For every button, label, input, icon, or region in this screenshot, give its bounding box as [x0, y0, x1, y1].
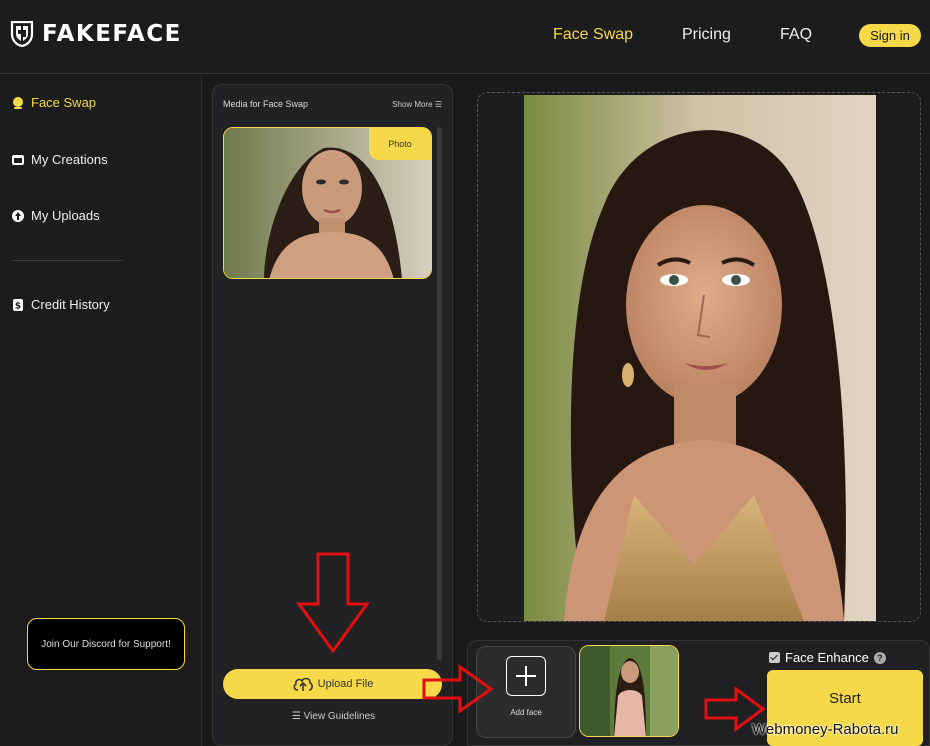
face-icon [13, 96, 23, 109]
sidebar-item-face-swap[interactable]: Face Swap [11, 95, 96, 110]
sidebar-item-label: Face Swap [31, 95, 97, 110]
show-more-link[interactable]: Show More ☰ [392, 100, 442, 109]
preview-area [477, 92, 921, 622]
help-icon[interactable]: ? [873, 651, 886, 664]
sidebar-item-label: Credit History [31, 297, 110, 312]
upload-file-label: Upload File [317, 678, 374, 690]
media-panel-title: Media for Face Swap [223, 99, 309, 109]
face-photo [580, 646, 678, 736]
discord-support-button[interactable]: Join Our Discord for Support! [27, 618, 185, 670]
sidebar-divider [11, 260, 123, 261]
photo-tag: Photo [369, 128, 431, 160]
face-enhance-checkbox[interactable] [769, 652, 780, 663]
sign-in-button[interactable]: Sign in [859, 24, 921, 47]
nav-face-swap[interactable]: Face Swap [553, 26, 633, 44]
preview-image [524, 95, 876, 621]
scrollbar[interactable] [437, 127, 442, 660]
sidebar-item-label: My Uploads [31, 208, 100, 223]
logo[interactable]: FAKEFACE [10, 21, 182, 47]
face-enhance-label: Face Enhance [785, 650, 869, 665]
arrow-down-icon [296, 552, 370, 654]
face-thumbnail[interactable] [579, 645, 679, 737]
dollar-icon: $ [13, 298, 23, 311]
upload-file-button[interactable]: Upload File [223, 669, 442, 699]
folder-icon [12, 154, 24, 165]
face-enhance-option[interactable]: Face Enhance ? [769, 650, 886, 665]
media-thumbnail[interactable]: Photo [223, 127, 432, 279]
svg-text:$: $ [15, 301, 21, 311]
sidebar-item-credit-history[interactable]: $ Credit History [11, 297, 110, 312]
mask-logo-icon [10, 21, 34, 47]
cloud-upload-icon [12, 209, 24, 222]
nav-faq[interactable]: FAQ [780, 26, 812, 44]
sidebar-item-label: My Creations [31, 152, 108, 167]
nav-pricing[interactable]: Pricing [682, 26, 731, 44]
top-bar: FAKEFACE Face Swap Pricing FAQ Sign in [0, 0, 930, 74]
cloud-upload-icon [293, 677, 313, 691]
plus-icon [506, 656, 546, 696]
sidebar: Face Swap My Creations My Uploads $ Cred… [0, 75, 202, 746]
view-guidelines-link[interactable]: ☰ View Guidelines [213, 711, 454, 722]
portrait-preview [524, 95, 876, 621]
brand-name: FAKEFACE [42, 21, 182, 47]
arrow-right-icon [422, 664, 494, 714]
sidebar-item-my-creations[interactable]: My Creations [11, 152, 108, 167]
watermark: Webmoney-Rabota.ru [752, 721, 899, 738]
sidebar-item-my-uploads[interactable]: My Uploads [11, 208, 100, 223]
